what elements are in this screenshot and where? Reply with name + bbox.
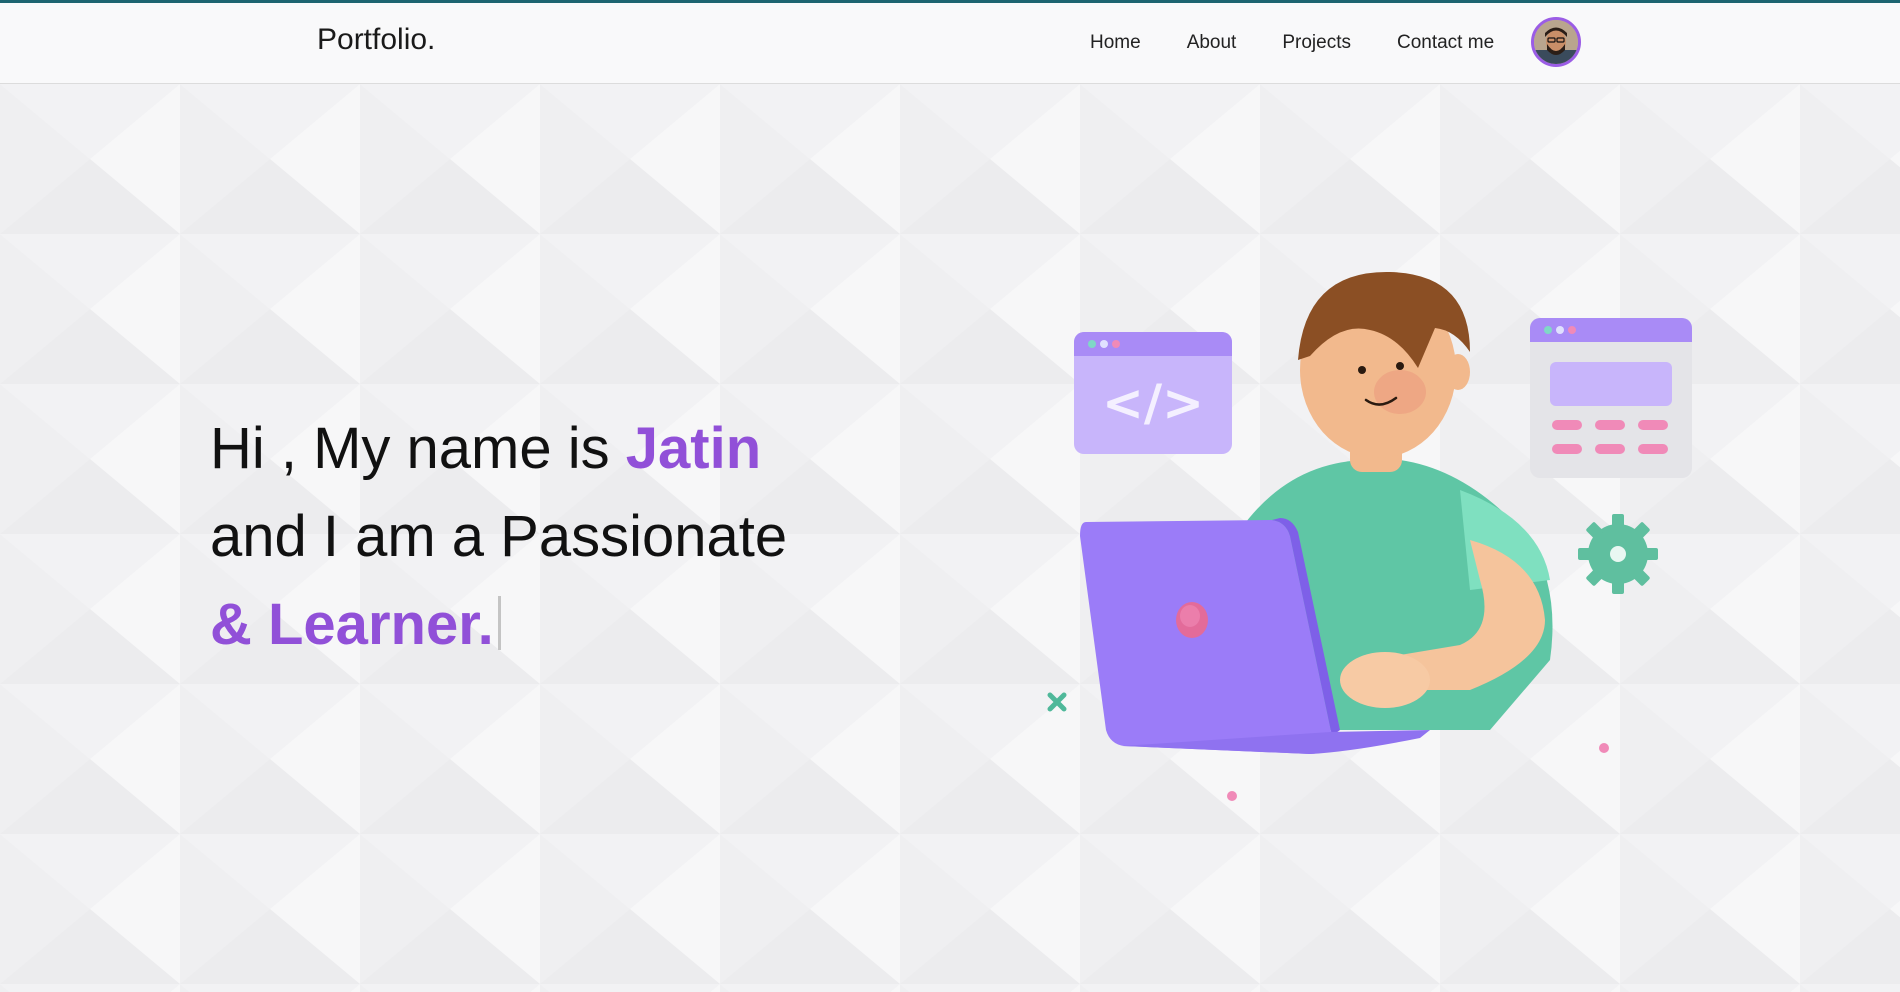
hero-line-1: Hi , My name is Jatin	[210, 405, 787, 493]
nav-links: Home About Projects Contact me	[1090, 3, 1494, 83]
code-window-icon: </>	[1074, 332, 1232, 454]
nav-about-link[interactable]: About	[1187, 32, 1237, 54]
developer-illustration: </>	[1047, 271, 1692, 801]
nav-home-link[interactable]: Home	[1090, 32, 1141, 54]
nav-contact-link[interactable]: Contact me	[1397, 32, 1494, 54]
hero-typed-word: & Learner.	[210, 592, 494, 657]
pink-dot	[1227, 791, 1237, 801]
gear-icon	[1578, 514, 1658, 594]
svg-text:</>: </>	[1102, 374, 1204, 432]
hero-text: Hi , My name is Jatin and I am a Passion…	[210, 405, 787, 669]
hero-name: Jatin	[625, 416, 762, 481]
nav-projects-link[interactable]: Projects	[1282, 32, 1351, 54]
profile-avatar[interactable]	[1531, 17, 1581, 67]
typing-cursor	[497, 596, 501, 650]
navbar: Portfolio. Home About Projects Contact m…	[0, 3, 1900, 84]
close-x-icon	[1047, 692, 1067, 712]
brand-logo[interactable]: Portfolio.	[317, 23, 435, 57]
hero-line-2: and I am a Passionate	[210, 504, 788, 569]
ui-window-icon	[1530, 318, 1692, 478]
hero-line-3: & Learner.	[210, 581, 787, 669]
top-accent-bar	[0, 0, 1900, 3]
pink-dot	[1599, 743, 1609, 753]
hero-greeting: Hi , My name is	[210, 416, 626, 481]
